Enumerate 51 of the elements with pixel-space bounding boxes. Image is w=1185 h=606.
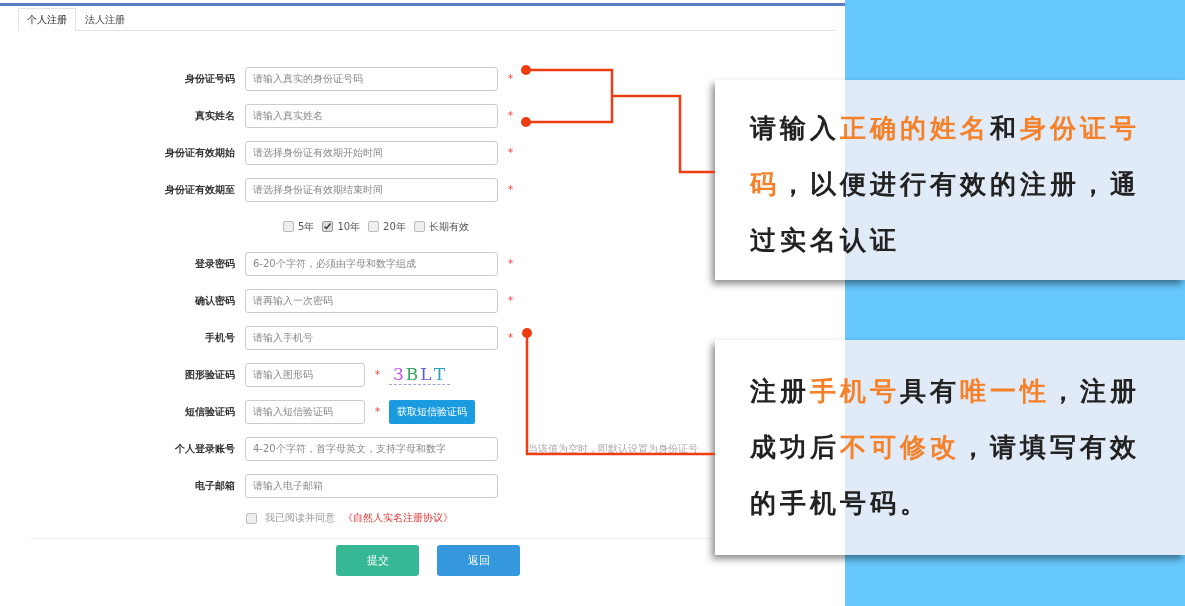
input-field[interactable]: 请输入短信验证码: [245, 399, 365, 424]
callout-text: 请输入正确的姓名 和 身份证号码，以便进行有效的注册，通过实名认证: [750, 112, 1141, 257]
field-label: 身份证有效期始: [164, 145, 236, 160]
input-field[interactable]: 请输入图形码: [245, 362, 365, 387]
field-hint: 当该值为空时，即默认设置为身份证号: [528, 441, 698, 456]
input-field[interactable]: 请输入电子邮箱: [245, 473, 498, 498]
checkbox[interactable]: [246, 512, 257, 524]
agreement-text: 我已阅读并同意: [265, 511, 335, 525]
required-mark: *: [508, 184, 514, 195]
input-field[interactable]: 6-20个字符，必须由字母和数字组成: [245, 251, 498, 276]
field-label: 图形验证码: [184, 367, 236, 382]
get-code-button[interactable]: 获取短信验证码: [389, 399, 475, 424]
field-label: 短信验证码: [184, 404, 236, 419]
checkbox-label: 10年: [337, 219, 361, 234]
back-button[interactable]: 返回: [437, 545, 520, 576]
input-field[interactable]: 请再输入一次密码: [245, 288, 498, 313]
agreement-link[interactable]: 《自然人实名注册协议》: [343, 511, 453, 525]
callout-text: 注册手机号具有唯一性，注册成功后不可修改，请填写有效的手机号码。: [750, 375, 1141, 520]
required-mark: *: [508, 147, 514, 158]
input-field[interactable]: 4-20个字符，首字母英文，支持字母和数字: [245, 436, 498, 461]
input-field[interactable]: 请输入手机号: [245, 325, 498, 350]
tab[interactable]: 法人注册: [76, 8, 134, 30]
checkbox[interactable]: [322, 221, 334, 232]
input-field[interactable]: 请输入真实姓名: [245, 103, 498, 128]
field-label: 个人登录账号: [174, 441, 236, 456]
checkbox[interactable]: [368, 221, 380, 232]
captcha-image[interactable]: 3BLT: [389, 364, 450, 385]
required-mark: *: [508, 295, 514, 306]
field-label: 身份证有效期至: [164, 182, 236, 197]
required-mark: *: [375, 406, 381, 417]
required-mark: *: [508, 73, 514, 84]
field-label: 确认密码: [194, 293, 236, 308]
checkbox-label: 20年: [383, 219, 406, 234]
field-label: 身份证号码: [184, 71, 236, 86]
submit-button[interactable]: 提交: [336, 545, 419, 576]
tab[interactable]: 个人注册: [18, 8, 76, 31]
input-field[interactable]: 请选择身份证有效期结束时间: [245, 177, 498, 202]
required-mark: *: [508, 332, 514, 343]
required-mark: *: [508, 258, 514, 269]
input-field[interactable]: 请输入真实的身份证号码: [245, 66, 498, 91]
required-mark: *: [375, 369, 381, 380]
field-label: 手机号: [204, 330, 236, 345]
required-mark: *: [508, 110, 514, 121]
checkbox[interactable]: [413, 221, 425, 232]
checkbox[interactable]: [283, 221, 294, 232]
field-label: 电子邮箱: [194, 478, 236, 493]
input-field[interactable]: 请选择身份证有效期开始时间: [245, 140, 498, 165]
checkbox-label: 长期有效: [428, 219, 469, 234]
field-label: 登录密码: [194, 256, 236, 271]
checkbox-label: 5年: [298, 219, 315, 234]
field-label: 真实姓名: [194, 108, 236, 123]
